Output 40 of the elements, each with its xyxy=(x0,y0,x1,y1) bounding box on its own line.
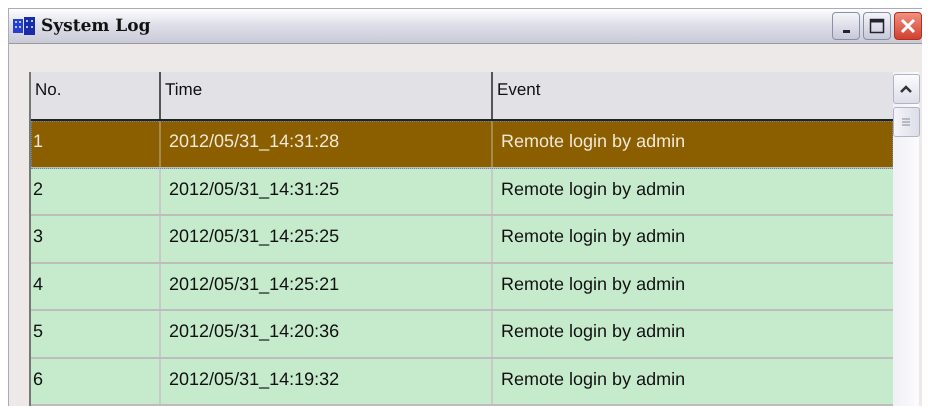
table-cell: 2012/05/31_14:31:28 xyxy=(161,121,493,167)
table-cell: 2012/05/31_14:25:25 xyxy=(161,216,493,262)
close-icon xyxy=(899,17,917,35)
table-cell: 4 xyxy=(31,264,161,310)
column-header[interactable]: Time xyxy=(161,72,493,120)
table-cell: 2012/05/31_14:19:32 xyxy=(161,358,493,404)
table-cell: 5 xyxy=(31,311,161,357)
minimize-button[interactable] xyxy=(832,12,860,40)
scrollbar[interactable] xyxy=(893,72,919,406)
table-cell-text: Remote login by admin xyxy=(500,225,686,248)
table-row[interactable]: 6 2012/05/31_14:19:32 Remote login by admin xyxy=(31,358,893,406)
close-button[interactable] xyxy=(894,12,922,40)
table-cell-text: Remote login by admin xyxy=(500,178,686,201)
table-row[interactable]: 5 2012/05/31_14:20:36 Remote login by admin xyxy=(31,311,893,359)
table-row[interactable]: 3 2012/05/31_14:25:25 Remote login by admin xyxy=(31,216,893,264)
table-cell-text: Remote login by admin xyxy=(500,320,686,344)
grip-icon xyxy=(901,117,911,127)
scroll-up-button[interactable] xyxy=(892,74,920,104)
column-header[interactable]: Event xyxy=(493,72,893,120)
table-cell: 6 xyxy=(31,358,161,404)
table-cell: 1 xyxy=(31,121,161,167)
scroll-thumb[interactable] xyxy=(892,107,920,137)
table-cell: 2012/05/31_14:31:25 xyxy=(161,168,493,214)
table-row[interactable]: 2 2012/05/31_14:31:25 Remote login by admin xyxy=(31,168,893,216)
table-row[interactable]: 4 2012/05/31_14:25:21 Remote login by admin xyxy=(31,264,893,312)
app-icon xyxy=(13,17,35,35)
column-header[interactable]: No. xyxy=(31,72,161,120)
table-row[interactable]: 1 2012/05/31_14:31:28 Remote login by admin xyxy=(31,121,893,169)
maximize-icon xyxy=(869,18,885,34)
table-cell-text: Remote login by admin xyxy=(500,130,686,154)
table-cell: 2 xyxy=(31,168,161,214)
table-cell: 2012/05/31_14:20:36 xyxy=(161,311,493,357)
window-title: System Log xyxy=(41,16,150,36)
table-cell-text: Remote login by admin xyxy=(500,368,686,391)
table-cell: 2012/05/31_14:25:21 xyxy=(161,264,493,310)
maximize-button[interactable] xyxy=(863,12,891,40)
table-cell: 3 xyxy=(31,216,161,262)
chevron-up-icon xyxy=(899,84,913,94)
table-cell-text: Remote login by admin xyxy=(500,272,686,296)
minimize-icon xyxy=(842,30,850,32)
